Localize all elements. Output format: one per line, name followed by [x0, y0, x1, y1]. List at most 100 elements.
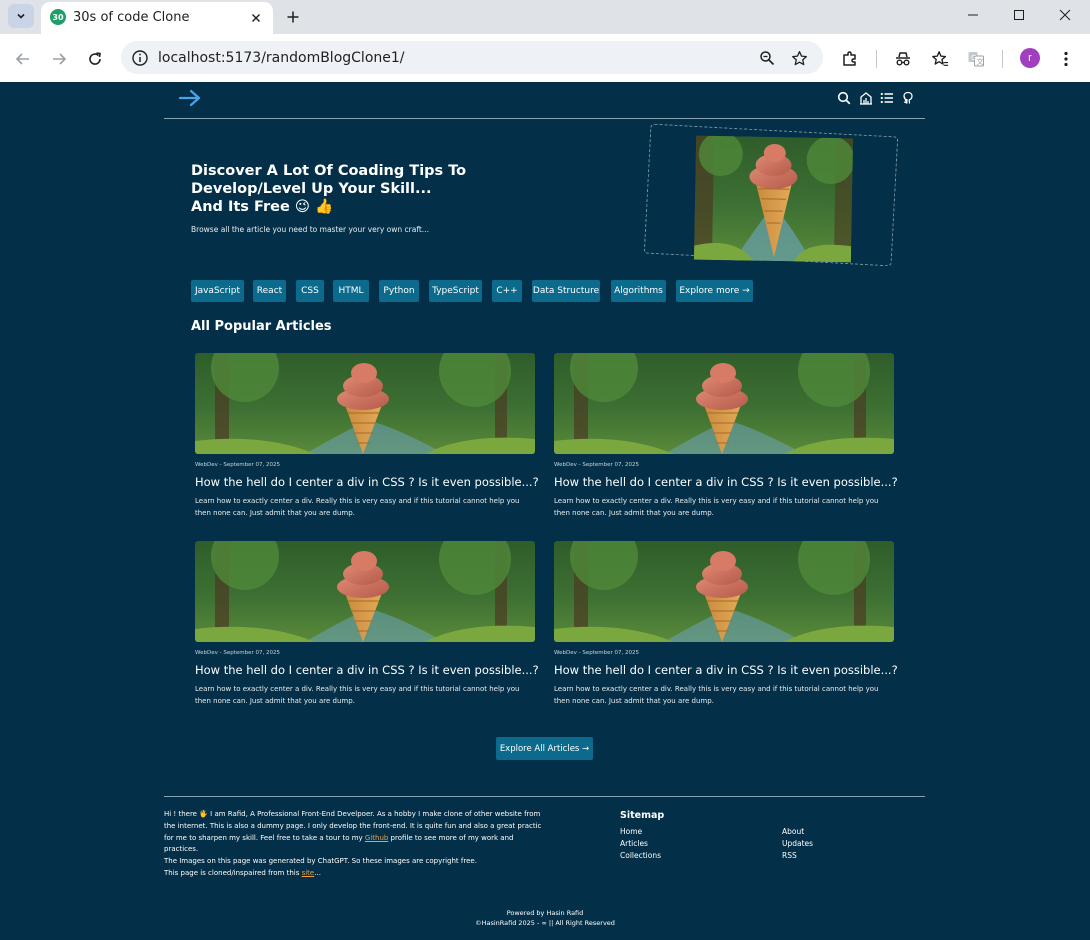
article-thumbnail[interactable] — [195, 353, 535, 454]
article-title[interactable]: How the hell do I center a div in CSS ? … — [554, 475, 898, 489]
article-thumbnail[interactable] — [554, 541, 894, 642]
article-thumbnail[interactable] — [554, 353, 894, 454]
tag-algorithms[interactable]: Algorithms — [611, 280, 666, 302]
minimize-icon — [968, 14, 978, 16]
article-card[interactable]: WebDev - September 07, 2025 How the hell… — [195, 541, 539, 721]
sitemap-link-updates[interactable]: Updates — [782, 839, 813, 848]
about-paragraph: Hi ! there 🖐 I am Rafid, A Professional … — [164, 809, 549, 856]
article-thumbnail[interactable] — [195, 541, 535, 642]
reading-list-button[interactable] — [929, 48, 951, 70]
chevron-down-icon — [17, 13, 25, 19]
svg-text:文: 文 — [977, 57, 984, 66]
tag-react[interactable]: React — [253, 280, 286, 302]
article-title[interactable]: How the hell do I center a div in CSS ? … — [195, 663, 539, 677]
tab-search-button[interactable] — [8, 4, 34, 28]
tag-javascript[interactable]: JavaScript — [191, 280, 244, 302]
translate-icon: G文 — [968, 52, 984, 67]
cloned-note: This page is cloned/inspaired from this … — [164, 868, 549, 880]
hero-title-line: Discover A Lot Of Coading Tips To — [191, 163, 467, 179]
maximize-icon — [1014, 10, 1024, 20]
address-bar[interactable]: localhost:5173/randomBlogClone1/ — [121, 41, 823, 74]
explore-more-button[interactable]: Explore more → — [676, 280, 753, 302]
browser-tab-bar: 30 30s of code Clone — [0, 0, 1090, 34]
cloned-text: ... — [314, 868, 321, 877]
translate-button[interactable]: G文 — [965, 48, 987, 70]
tag-cpp[interactable]: C++ — [492, 280, 522, 302]
reload-button[interactable] — [82, 46, 108, 72]
article-description: Learn how to exactly center a div. Reall… — [554, 497, 879, 517]
section-title: All Popular Articles — [191, 319, 332, 334]
close-icon — [1059, 9, 1071, 21]
article-card[interactable]: WebDev - September 07, 2025 How the hell… — [195, 353, 539, 533]
hero-title-line: And Its Free 😉 👍 — [191, 199, 334, 215]
sitemap-link-rss[interactable]: RSS — [782, 851, 797, 860]
list-icon[interactable] — [880, 91, 894, 105]
sitemap-link-collections[interactable]: Collections — [620, 851, 661, 860]
zoom-icon — [760, 51, 775, 66]
more-vertical-icon — [1064, 51, 1068, 67]
sitemap-title: Sitemap — [620, 810, 665, 821]
copyright: ©HasinRafid 2025 - ∞ || All Right Reserv… — [475, 919, 615, 927]
back-arrow-icon[interactable] — [178, 88, 202, 108]
article-card[interactable]: WebDev - September 07, 2025 How the hell… — [554, 541, 898, 721]
profile-avatar[interactable]: r — [1020, 48, 1040, 68]
browser-menu-button[interactable] — [1055, 48, 1077, 70]
star-list-icon — [932, 51, 949, 66]
tab-close-button[interactable] — [247, 9, 265, 27]
sitemap-link-articles[interactable]: Articles — [620, 839, 648, 848]
web-page: Discover A Lot Of Coading Tips To Develo… — [0, 82, 1090, 940]
maximize-button[interactable] — [996, 0, 1042, 30]
reload-icon — [89, 52, 101, 65]
minimize-button[interactable] — [950, 0, 996, 30]
dashboard-icon[interactable] — [859, 91, 873, 105]
puzzle-icon — [843, 51, 856, 66]
article-title[interactable]: How the hell do I center a div in CSS ? … — [195, 475, 539, 489]
incognito-button[interactable] — [892, 48, 914, 70]
sitemap-link-home[interactable]: Home — [620, 827, 642, 836]
footer-about: Hi ! there 🖐 I am Rafid, A Professional … — [164, 809, 549, 880]
back-button[interactable] — [10, 46, 36, 72]
arrow-left-icon — [15, 53, 29, 65]
url-text[interactable]: localhost:5173/randomBlogClone1/ — [158, 50, 405, 66]
article-description: Learn how to exactly center a div. Reall… — [195, 497, 520, 517]
article-meta: WebDev - September 07, 2025 — [554, 462, 639, 468]
hero-title: Discover A Lot Of Coading Tips To Develo… — [191, 162, 466, 216]
article-meta: WebDev - September 07, 2025 — [195, 462, 280, 468]
arrow-right-icon — [53, 53, 67, 65]
forward-button[interactable] — [46, 46, 72, 72]
article-card[interactable]: WebDev - September 07, 2025 How the hell… — [554, 353, 898, 533]
explore-all-articles-button[interactable]: Explore All Articles → — [496, 737, 593, 760]
new-tab-button[interactable] — [282, 6, 304, 28]
star-icon — [791, 50, 807, 65]
tag-html[interactable]: HTML — [333, 280, 369, 302]
browser-tab[interactable]: 30 30s of code Clone — [41, 2, 273, 34]
hero-image — [693, 135, 854, 263]
article-description: Learn how to exactly center a div. Reall… — [195, 685, 520, 705]
tag-css[interactable]: CSS — [296, 280, 324, 302]
site-info-icon[interactable] — [131, 49, 149, 67]
sitemap-link-about[interactable]: About — [782, 827, 804, 836]
toolbar-divider — [1002, 50, 1003, 68]
tag-python[interactable]: Python — [379, 280, 419, 302]
toolbar-divider — [876, 50, 877, 68]
tag-typescript[interactable]: TypeScript — [429, 280, 482, 302]
cloned-text: This page is cloned/inspaired from this — [164, 868, 302, 877]
hero-title-line: Develop/Level Up Your Skill... — [191, 181, 432, 197]
site-link[interactable]: site — [302, 869, 315, 877]
github-link[interactable]: Github — [365, 834, 388, 842]
github-icon[interactable] — [901, 91, 915, 105]
browser-toolbar: localhost:5173/randomBlogClone1/ G文 r — [0, 34, 1090, 82]
search-icon[interactable] — [837, 91, 851, 105]
plus-icon — [287, 11, 299, 23]
article-title[interactable]: How the hell do I center a div in CSS ? … — [554, 663, 898, 677]
extensions-button[interactable] — [839, 48, 861, 70]
bookmark-button[interactable] — [789, 48, 809, 68]
tab-favicon-icon: 30 — [50, 9, 66, 25]
article-meta: WebDev - September 07, 2025 — [195, 650, 280, 656]
window-close-button[interactable] — [1042, 0, 1088, 30]
images-note: The Images on this page was generated by… — [164, 857, 477, 866]
article-meta: WebDev - September 07, 2025 — [554, 650, 639, 656]
powered-by: Powered by Hasin Rafid — [506, 909, 584, 917]
zoom-button[interactable] — [757, 48, 777, 68]
tag-data-structure[interactable]: Data Structure — [532, 280, 600, 302]
